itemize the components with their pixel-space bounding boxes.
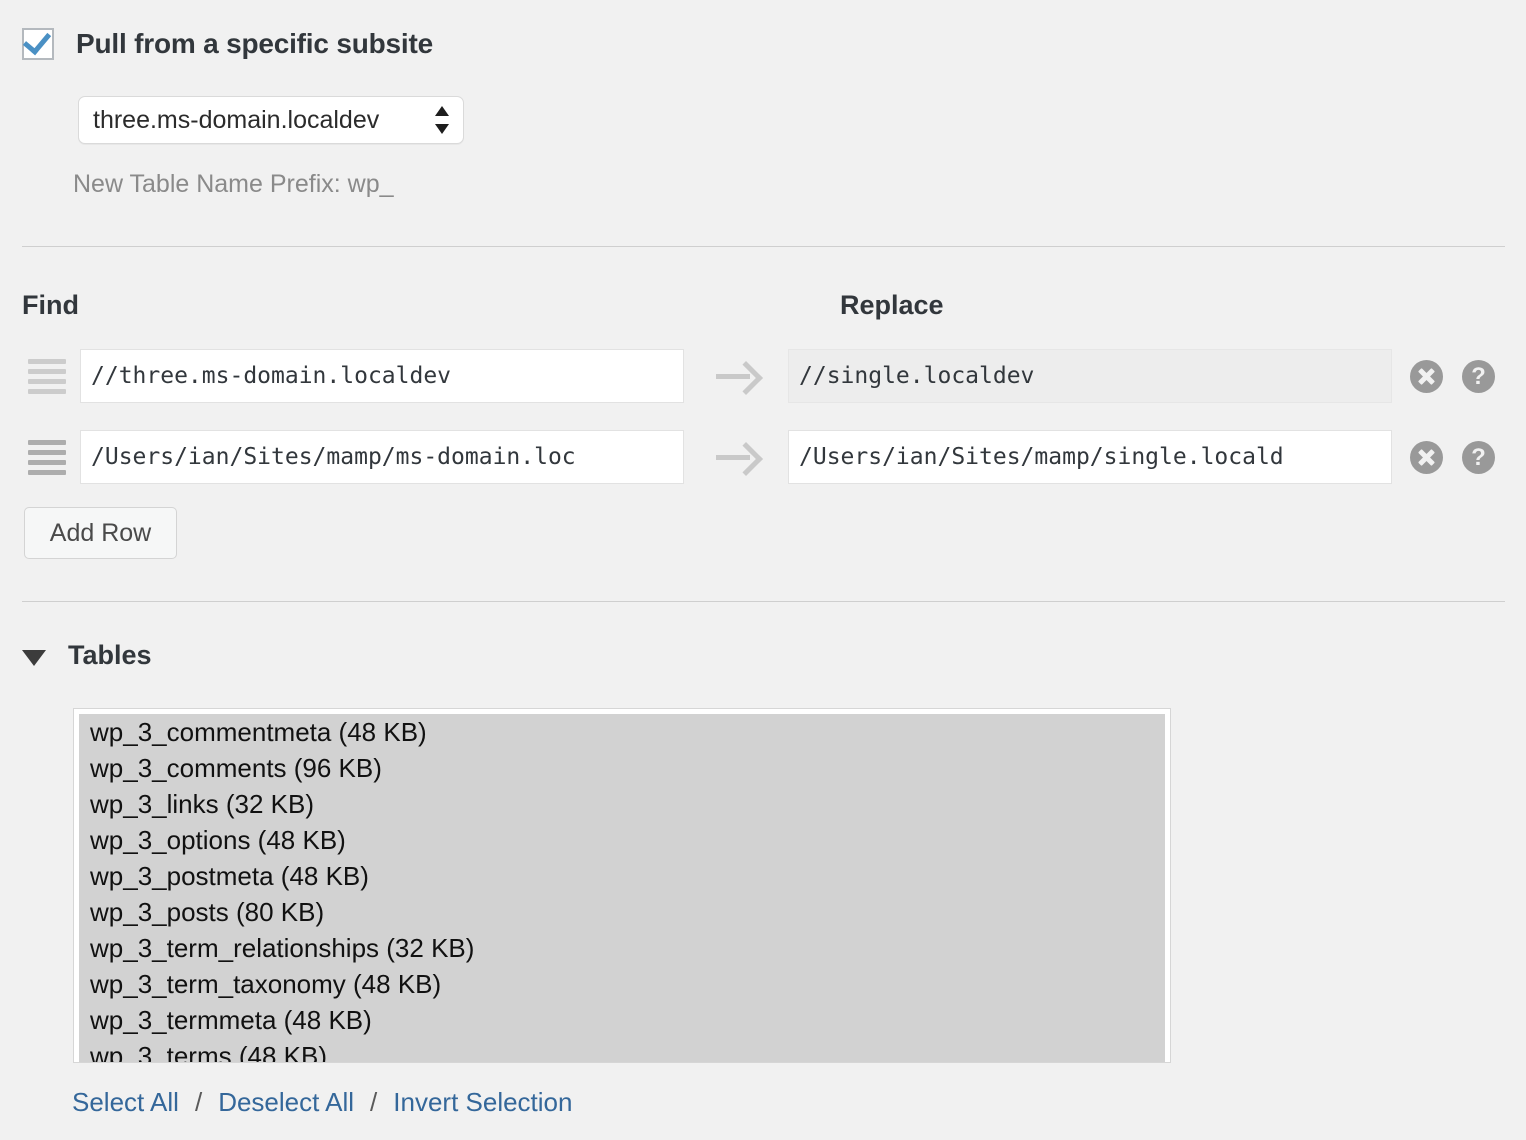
find-replace-row: ?: [0, 349, 1526, 405]
invert-selection-link[interactable]: Invert Selection: [393, 1087, 572, 1118]
select-updown-icon: [435, 105, 449, 135]
clear-circle-icon[interactable]: [1410, 441, 1443, 474]
replace-input[interactable]: [788, 349, 1392, 403]
table-option[interactable]: wp_3_termmeta (48 KB): [79, 1002, 1165, 1038]
arrow-right-icon: [716, 442, 763, 476]
drag-handle-icon[interactable]: [28, 438, 66, 476]
clear-circle-icon[interactable]: [1410, 360, 1443, 393]
new-table-name-prefix: New Table Name Prefix: wp_: [73, 170, 394, 198]
replace-input[interactable]: [788, 430, 1392, 484]
table-option[interactable]: wp_3_term_relationships (32 KB): [79, 930, 1165, 966]
table-option[interactable]: wp_3_options (48 KB): [79, 822, 1165, 858]
pull-from-subsite-checkbox[interactable]: [22, 25, 54, 60]
table-option[interactable]: wp_3_commentmeta (48 KB): [79, 714, 1165, 750]
divider-bottom: [22, 601, 1505, 602]
find-input[interactable]: [80, 349, 684, 403]
help-circle-icon[interactable]: ?: [1462, 441, 1495, 474]
pull-from-subsite-label: Pull from a specific subsite: [76, 28, 433, 59]
table-option[interactable]: wp_3_links (32 KB): [79, 786, 1165, 822]
table-option[interactable]: wp_3_term_taxonomy (48 KB): [79, 966, 1165, 1002]
pull-from-subsite-row[interactable]: Pull from a specific subsite: [22, 25, 433, 60]
find-input[interactable]: [80, 430, 684, 484]
link-separator: /: [194, 1087, 203, 1117]
tables-section-title: Tables: [68, 640, 152, 670]
add-row-button[interactable]: Add Row: [24, 507, 177, 559]
deselect-all-link[interactable]: Deselect All: [218, 1087, 354, 1118]
subsite-select-value: three.ms-domain.localdev: [93, 105, 380, 134]
find-replace-row: ?: [0, 430, 1526, 486]
table-option[interactable]: wp_3_postmeta (48 KB): [79, 858, 1165, 894]
selection-links: Select All / Deselect All / Invert Selec…: [72, 1087, 572, 1118]
table-option[interactable]: wp_3_terms (48 KB): [79, 1038, 1165, 1062]
find-column-heading: Find: [22, 290, 79, 320]
select-all-link[interactable]: Select All: [72, 1087, 179, 1118]
table-option[interactable]: wp_3_comments (96 KB): [79, 750, 1165, 786]
tables-listbox[interactable]: wp_3_commentmeta (48 KB) wp_3_comments (9…: [73, 708, 1171, 1063]
subsite-select[interactable]: three.ms-domain.localdev: [78, 96, 464, 144]
drag-handle-icon[interactable]: [28, 357, 66, 395]
table-option[interactable]: wp_3_posts (80 KB): [79, 894, 1165, 930]
tables-option-list: wp_3_commentmeta (48 KB) wp_3_comments (9…: [79, 714, 1165, 1062]
checkmark-icon: [22, 25, 52, 56]
link-separator: /: [370, 1087, 378, 1117]
arrow-right-icon: [716, 361, 763, 395]
divider-top: [22, 246, 1505, 247]
replace-column-heading: Replace: [840, 290, 944, 320]
help-circle-icon[interactable]: ?: [1462, 360, 1495, 393]
caret-down-icon: [22, 649, 46, 666]
tables-section-toggle[interactable]: Tables: [22, 640, 152, 671]
